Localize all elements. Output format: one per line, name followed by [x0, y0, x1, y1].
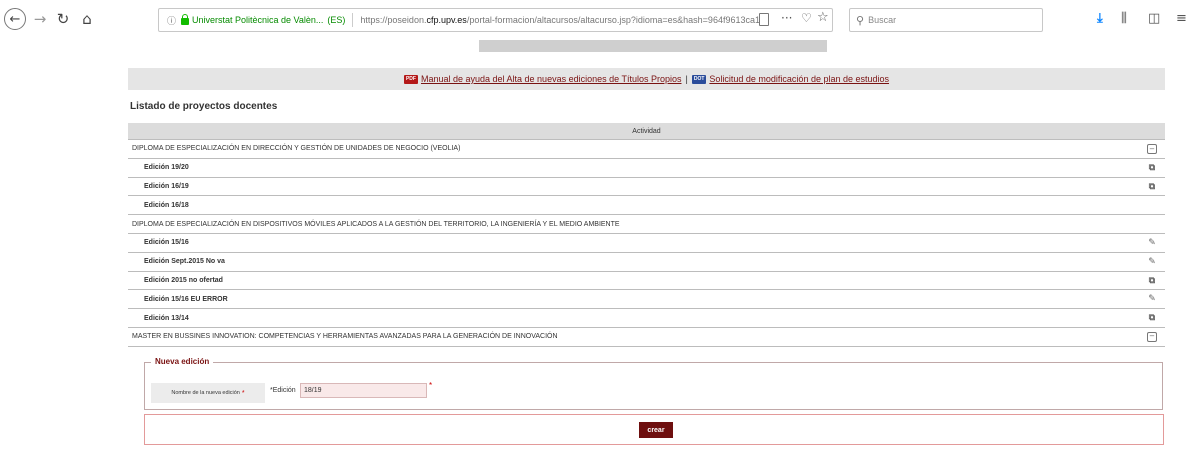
program-row[interactable]: MASTER EN BUSSINES INNOVATION: COMPETENC…	[128, 328, 1165, 347]
more-dots-icon[interactable]: ···	[781, 11, 792, 25]
required-mark-after: *	[429, 381, 433, 390]
create-button[interactable]: crear	[639, 422, 673, 438]
edition-row[interactable]: Edición 19/20 ⧉	[128, 159, 1165, 178]
row-label: DIPLOMA DE ESPECIALIZACIÓN EN DIRECCIÓN …	[132, 145, 461, 153]
edition-name-input[interactable]	[300, 383, 427, 398]
url-path: /portal-formacion/altacursos/altacurso.j…	[466, 15, 765, 25]
copy-icon[interactable]: ⧉	[1147, 182, 1157, 192]
row-label: Edición 19/20	[144, 164, 189, 172]
home-icon[interactable]: ⌂	[78, 8, 96, 30]
required-mark: *	[241, 389, 245, 397]
collapse-icon[interactable]: −	[1147, 144, 1157, 154]
edition-row[interactable]: Edición 2015 no ofertad ⧉	[128, 272, 1165, 291]
url-domain: cfp.upv.es	[426, 15, 467, 25]
program-row[interactable]: DIPLOMA DE ESPECIALIZACIÓN EN DIRECCIÓN …	[128, 140, 1165, 159]
new-edition-fieldset: Nueva edición Nombre de la nueva edición…	[144, 357, 1163, 410]
field-label: Nombre de la nueva edición *	[151, 383, 265, 403]
url-prefix: https://poseidon.	[360, 15, 427, 25]
section-title: Listado de proyectos docentes	[130, 101, 278, 112]
table-header: Actividad	[128, 123, 1165, 140]
url-site-lang: (ES)	[327, 15, 346, 25]
search-bar[interactable]: ⚲ Buscar	[849, 8, 1043, 32]
url-site-identity[interactable]: Universtat Politècnica de Valèn...	[192, 15, 323, 25]
collapse-icon[interactable]: −	[1147, 331, 1157, 342]
reader-view-icon[interactable]	[759, 13, 769, 26]
pocket-icon[interactable]: ♡	[801, 11, 812, 25]
url-divider	[352, 13, 354, 27]
search-icon: ⚲	[856, 13, 865, 27]
edit-icon[interactable]: ✎	[1147, 238, 1157, 248]
row-label: Edición Sept.2015 No va	[144, 258, 225, 266]
row-label: Edición 16/19	[144, 182, 189, 190]
copy-icon[interactable]: ⧉	[1147, 163, 1157, 173]
help-manual-link[interactable]: Manual de ayuda del Alta de nuevas edici…	[421, 74, 682, 84]
study-plan-request-link[interactable]: Solicitud de modificación de plan de est…	[709, 74, 889, 84]
browser-toolbar: ← → ↻ ⌂ ⓘ Universtat Politècnica de Valè…	[0, 0, 1192, 40]
edition-row[interactable]: Edición 13/14 ⧉	[128, 309, 1165, 328]
edition-prefix: *Edición	[270, 387, 296, 394]
row-label: Edición 13/14	[144, 314, 189, 322]
edit-icon[interactable]: ✎	[1147, 257, 1157, 267]
row-label: MASTER EN BUSSINES INNOVATION: COMPETENC…	[132, 333, 558, 341]
download-icon[interactable]: ⤓	[1097, 11, 1103, 26]
sidebar-icon[interactable]: ◫	[1148, 11, 1160, 26]
edition-row[interactable]: Edición 15/16 ✎	[128, 234, 1165, 253]
row-label: DIPLOMA DE ESPECIALIZACIÓN EN DISPOSITIV…	[132, 220, 620, 228]
edition-row[interactable]: Edición 16/19 ⧉	[128, 178, 1165, 197]
program-row[interactable]: DIPLOMA DE ESPECIALIZACIÓN EN DISPOSITIV…	[128, 215, 1165, 234]
row-label: Edición 2015 no ofertad	[144, 276, 223, 284]
copy-icon[interactable]: ⧉	[1147, 276, 1157, 286]
help-links-bar: PDF Manual de ayuda del Alta de nuevas e…	[128, 68, 1165, 90]
search-placeholder: Buscar	[868, 15, 897, 25]
edit-icon[interactable]: ✎	[1147, 294, 1157, 304]
row-label: Edición 16/18	[144, 201, 189, 209]
lock-icon	[181, 13, 189, 25]
menu-icon[interactable]: ≡	[1176, 11, 1187, 26]
top-gray-strip	[479, 40, 827, 52]
copy-icon[interactable]: ⧉	[1147, 313, 1157, 323]
back-arrow-icon[interactable]: ←	[4, 8, 26, 30]
table-body: DIPLOMA DE ESPECIALIZACIÓN EN DIRECCIÓN …	[128, 140, 1165, 347]
info-icon[interactable]: ⓘ	[167, 14, 179, 27]
fieldset-legend: Nueva edición	[151, 357, 214, 366]
field-label-text: Nombre de la nueva edición	[171, 390, 240, 396]
edition-row[interactable]: Edición 15/16 EU ERROR ✎	[128, 290, 1165, 310]
pdf-file-icon: PDF	[403, 74, 418, 84]
row-label: Edición 15/16 EU ERROR	[144, 295, 228, 303]
reload-icon[interactable]: ↻	[54, 8, 72, 30]
bookmark-star-icon[interactable]: ☆	[817, 10, 829, 25]
doc-file-icon: DOT	[691, 74, 707, 84]
forward-arrow-icon[interactable]: →	[32, 8, 48, 30]
activity-table: Actividad DIPLOMA DE ESPECIALIZACIÓN EN …	[128, 123, 1165, 347]
edition-row[interactable]: Edición 16/18	[128, 196, 1165, 216]
edition-row[interactable]: Edición Sept.2015 No va ✎	[128, 253, 1165, 272]
url-bar[interactable]: ⓘ Universtat Politècnica de Valèn... (ES…	[158, 8, 833, 32]
link-separator: |	[685, 74, 688, 84]
row-label: Edición 15/16	[144, 239, 189, 247]
submit-box: crear	[144, 414, 1164, 445]
library-icon[interactable]: ⫼	[1121, 11, 1127, 26]
